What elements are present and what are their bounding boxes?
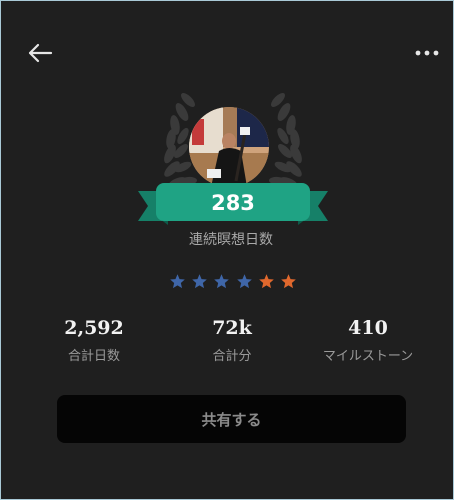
stat-label: マイルストーン [322,349,414,364]
star-icon [192,273,207,288]
streak-count: 283 [211,191,255,215]
star-icon [170,273,185,288]
stat-label: 合計分 [212,349,252,364]
stat-value: 2,592 [64,317,124,339]
star-icon [281,273,296,288]
star-rating [169,271,297,291]
stat-value: 410 [348,317,388,339]
share-button[interactable]: 共有する [57,395,406,443]
streak-badge: 283 [138,83,328,233]
stat-total-days: 2,592 合計日数 [19,315,169,364]
more-options-button[interactable] [409,41,445,65]
app-screen: 283 連続瞑想日数 2,592 合計日数 72k 合計分 410 マイルストー… [0,0,454,500]
more-horizontal-icon [415,50,439,56]
avatar-photo [189,107,269,187]
star-icon [214,273,230,288]
stat-total-minutes: 72k 合計分 [157,315,307,364]
star-icon [258,273,274,288]
stat-label: 合計日数 [67,349,120,364]
stat-value: 72k [212,317,252,339]
back-button[interactable] [23,37,57,69]
streak-label: 連続瞑想日数 [189,232,273,248]
user-avatar [189,107,269,187]
stat-milestones: 410 マイルストーン [293,315,443,364]
star-icon [236,273,252,288]
arrow-left-icon [28,43,53,63]
share-button-label: 共有する [201,410,262,429]
